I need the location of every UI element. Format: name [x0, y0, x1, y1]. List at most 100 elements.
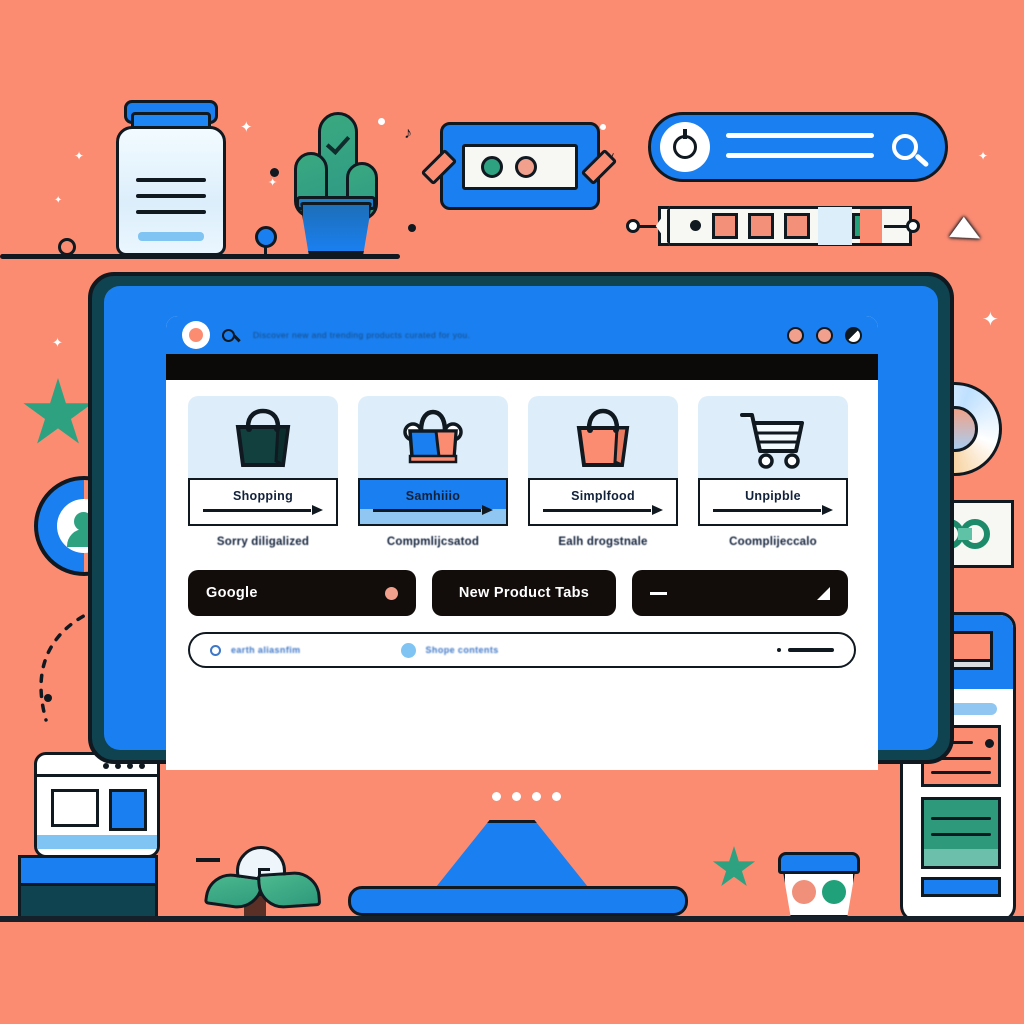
- jar-label-line: [136, 210, 206, 214]
- product-button-label: Samhiiio: [405, 489, 461, 503]
- sparkle-icon: ✦: [240, 119, 253, 136]
- illustration-scene: ✦ ✦ ✦ ✦ ✦ ✦ ✦ ♪ ˅ ❡: [0, 0, 1024, 1024]
- action-pill-row: Google New Product Tabs: [188, 570, 856, 616]
- sparkle-icon: ✦: [54, 195, 63, 206]
- monitor-stand-neck: [432, 820, 592, 892]
- sparkle-icon: ✦: [978, 149, 989, 163]
- page-content: Shopping Sorry diligalized Samhiiio Comp…: [166, 380, 878, 668]
- product-caption: Compmlijcsatod: [386, 536, 480, 548]
- jar-label-line: [136, 194, 206, 198]
- mini-browser-footer: [37, 835, 157, 849]
- blue-dot-icon: [400, 642, 416, 658]
- arrow-icon: [713, 505, 833, 515]
- salmon-dot-icon: [515, 156, 537, 178]
- new-product-tabs-label: New Product Tabs: [458, 585, 590, 601]
- arrow-icon: [203, 505, 323, 515]
- jar-foot: [138, 232, 204, 241]
- green-dot-icon: [481, 156, 503, 178]
- pin-head-icon: [255, 226, 277, 248]
- product-caption: Sorry diligalized: [216, 536, 310, 548]
- ticket-panel: [462, 144, 578, 190]
- new-product-tabs-button[interactable]: New Product Tabs: [432, 570, 616, 616]
- product-image: [528, 396, 678, 480]
- dot-icon: [385, 586, 398, 600]
- product-button[interactable]: Samhiiio: [358, 478, 508, 526]
- search-pill-line: [726, 133, 874, 138]
- address-bar[interactable]: Discover new and trending products curat…: [253, 330, 775, 340]
- product-image: [698, 396, 848, 480]
- bezel-dot: [512, 792, 521, 801]
- bezel-dot: [532, 792, 541, 801]
- phone-button-bar: [921, 877, 1001, 897]
- cursor-arrow-icon: [949, 216, 985, 253]
- product-button-label: Unpipble: [745, 489, 801, 503]
- bezel-dot: [552, 792, 561, 801]
- product-button-label: Simplfood: [571, 489, 635, 503]
- swatch-1: [712, 213, 738, 239]
- dot-icon: [270, 168, 279, 177]
- dot-icon: [378, 118, 385, 125]
- product-image: [358, 396, 508, 480]
- cup-dot-salmon: [792, 880, 816, 904]
- search-icon[interactable]: [222, 328, 241, 342]
- arrow-icon: [543, 505, 663, 515]
- sparkle-icon: ✦: [268, 177, 278, 189]
- infinity-bridge: [958, 528, 972, 540]
- swatch-3: [784, 213, 810, 239]
- sparkle-icon: ✦: [982, 309, 999, 331]
- product-card[interactable]: Unpipble Coomplijeccalo: [698, 396, 848, 548]
- phone-line: [931, 771, 991, 774]
- monitor-bezel-dots: [492, 792, 561, 801]
- browser-black-band: [166, 354, 878, 380]
- arrow-icon: [373, 505, 493, 515]
- product-card[interactable]: Samhiiio Compmlijcsatod: [358, 396, 508, 548]
- tag-accent-block: [860, 209, 882, 243]
- product-card-row: Shopping Sorry diligalized Samhiiio Comp…: [188, 396, 856, 548]
- bottom-search-text: earth aliasnfim: [231, 645, 301, 655]
- mini-browser-panel-white: [51, 789, 99, 827]
- product-card[interactable]: Simplfood Ealh drogstnale: [528, 396, 678, 548]
- dropdown-button[interactable]: [632, 570, 848, 616]
- cup-dot-green: [822, 880, 846, 904]
- mini-browser-dot: [103, 763, 109, 769]
- window-close-button[interactable]: [845, 326, 862, 344]
- shopping-cart-icon: [740, 413, 804, 469]
- google-button[interactable]: Google: [188, 570, 416, 616]
- google-button-label: Google: [206, 585, 258, 601]
- browser-chrome: Discover new and trending products curat…: [166, 316, 878, 354]
- search-icon[interactable]: [210, 644, 221, 656]
- cactus-pot: [300, 202, 372, 254]
- small-dash-decor: [196, 858, 220, 862]
- product-caption: Ealh drogstnale: [558, 536, 648, 548]
- window-minimize-button[interactable]: [787, 326, 804, 344]
- pedestal-teal: [18, 883, 158, 919]
- product-caption: Coomplijeccalo: [729, 536, 817, 548]
- tag-endcap-left: [626, 219, 640, 233]
- music-note-icon: ♪: [404, 125, 412, 142]
- shopping-bag-icon: [235, 408, 291, 468]
- mini-browser-panel-blue: [109, 789, 147, 831]
- tag-endcap-right: [906, 219, 920, 233]
- ground-line: [0, 916, 1024, 922]
- dash-icon: [650, 591, 667, 595]
- shopping-bag-icon: [576, 408, 630, 468]
- tag-hole-icon: [690, 220, 701, 231]
- profile-dot-icon[interactable]: [182, 321, 210, 349]
- dot-icon: [600, 124, 606, 130]
- bezel-dot: [492, 792, 501, 801]
- product-card[interactable]: Shopping Sorry diligalized: [188, 396, 338, 548]
- swatch-2: [748, 213, 774, 239]
- menu-line-icon[interactable]: [777, 648, 834, 652]
- browser-window-mockup: [34, 752, 160, 858]
- product-button[interactable]: Shopping: [188, 478, 338, 526]
- star-icon: [23, 378, 93, 444]
- sparkle-icon: ✦: [74, 149, 85, 163]
- dot-icon: [408, 224, 416, 232]
- window-maximize-button[interactable]: [816, 326, 833, 344]
- bottom-search-bar[interactable]: earth aliasnfim Shope contents: [188, 632, 856, 668]
- product-button[interactable]: Simplfood: [528, 478, 678, 526]
- triangle-icon: [817, 586, 830, 600]
- profile-stem: [683, 129, 687, 139]
- product-button-label: Shopping: [232, 489, 294, 503]
- product-button[interactable]: Unpipble: [698, 478, 848, 526]
